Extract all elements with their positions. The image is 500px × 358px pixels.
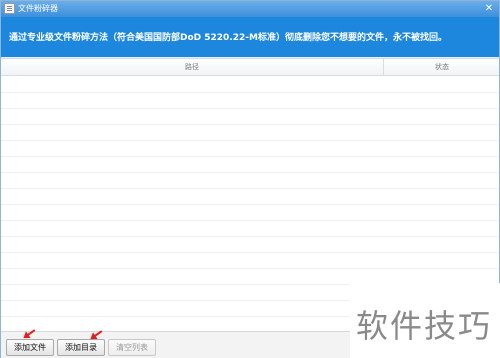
add-file-button[interactable]: 添加文件 — [6, 339, 54, 356]
header-banner: 通过专业级文件粉碎方法（符合美国国防部DoD 5220.22-M标准）彻底删除您… — [1, 17, 499, 57]
watermark-text: 软件技巧 — [356, 307, 493, 345]
row-divider — [1, 156, 499, 157]
row-divider — [1, 172, 499, 173]
row-divider — [1, 204, 499, 205]
row-divider — [1, 140, 499, 141]
clear-list-button[interactable]: 清空列表 — [108, 339, 156, 356]
window-title: 文件粉碎器 — [18, 4, 58, 13]
row-divider — [1, 252, 499, 253]
row-divider — [1, 92, 499, 93]
title-bar[interactable]: 文件粉碎器 ✕ — [1, 1, 499, 17]
row-divider — [1, 236, 499, 237]
banner-text: 通过专业级文件粉碎方法（符合美国国防部DoD 5220.22-M标准）彻底删除您… — [9, 33, 447, 43]
row-divider — [1, 268, 499, 269]
close-icon[interactable]: ✕ — [483, 3, 495, 14]
row-divider — [1, 188, 499, 189]
column-header-path[interactable]: 路径 — [1, 59, 384, 76]
row-divider — [1, 124, 499, 125]
row-divider — [1, 108, 499, 109]
watermark: 软件技巧 — [350, 283, 500, 358]
app-icon — [4, 3, 15, 14]
column-header-status[interactable]: 状态 — [385, 59, 499, 76]
add-directory-button[interactable]: 添加目录 — [57, 339, 105, 356]
row-divider — [1, 220, 499, 221]
list-header: 路径 状态 — [1, 59, 499, 76]
